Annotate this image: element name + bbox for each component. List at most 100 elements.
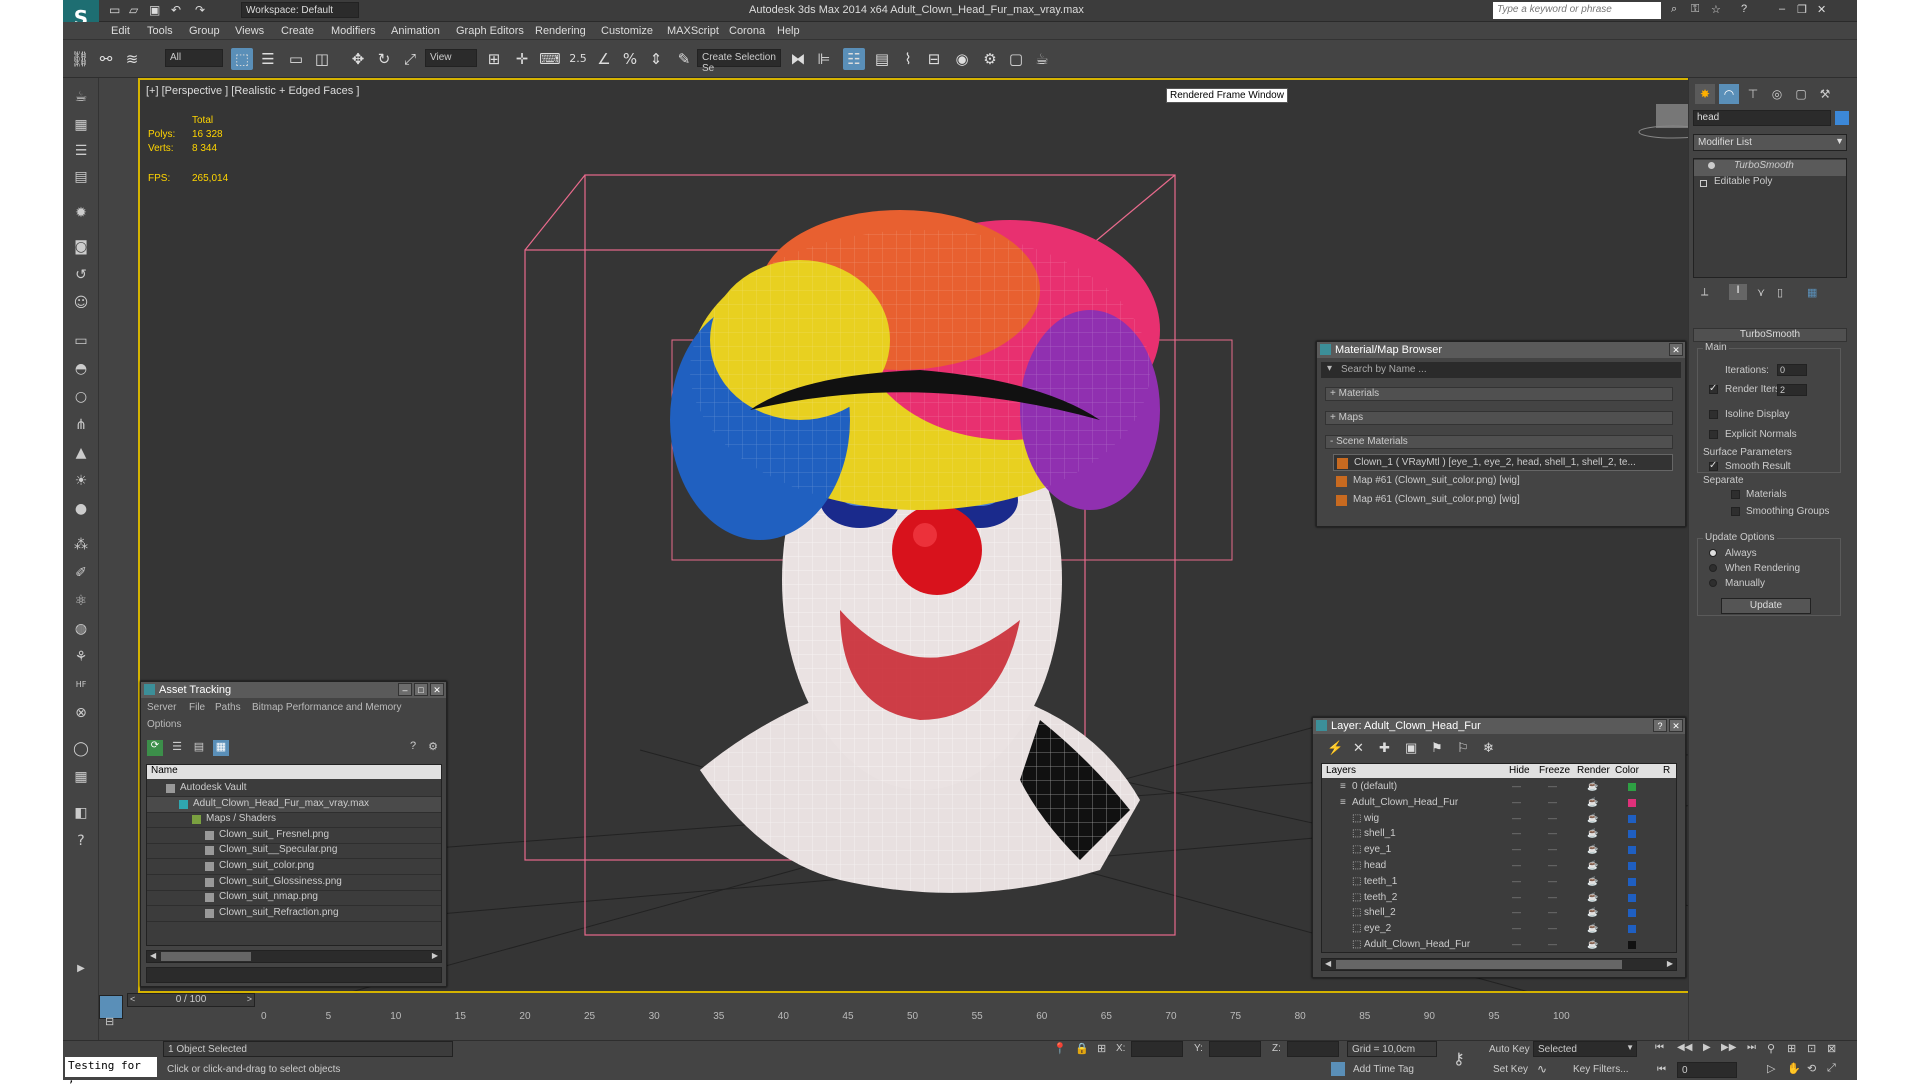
- minimize-icon[interactable]: –: [1779, 3, 1785, 15]
- sphere-icon[interactable]: ○: [70, 386, 92, 408]
- render-teapot-icon[interactable]: ☕: [1587, 860, 1598, 871]
- layer-row[interactable]: ⬚ teeth_1 — — ☕: [1322, 875, 1676, 891]
- list-icon[interactable]: ☰: [70, 140, 92, 162]
- asset-tree-row[interactable]: Clown_suit_Refraction.png: [147, 906, 441, 922]
- show-end-result-icon[interactable]: I: [1729, 284, 1747, 300]
- track-bar[interactable]: 0 5 10 15 20 25 30 35 40 45 50 55 60 65 70 75 80 85 90 95 10…: [99, 1009, 1688, 1029]
- render-teapot-icon[interactable]: ☕: [1587, 923, 1598, 934]
- calendar-icon[interactable]: ▤: [70, 166, 92, 188]
- key-icon[interactable]: ⚿: [1691, 3, 1699, 16]
- table-view-icon[interactable]: ▤: [191, 740, 207, 756]
- display-tab-icon[interactable]: ▢: [1791, 84, 1811, 104]
- color-column-header[interactable]: Color: [1615, 765, 1639, 776]
- paint-icon[interactable]: ✐: [70, 562, 92, 584]
- menu-help[interactable]: Help: [777, 25, 800, 37]
- globe-icon[interactable]: ◍: [70, 618, 92, 640]
- bind-space-warp-icon[interactable]: ≋: [121, 48, 143, 70]
- teapot-icon[interactable]: ☕: [70, 86, 92, 108]
- select-in-layer-icon[interactable]: ▣: [1405, 740, 1417, 756]
- menu-file[interactable]: File: [189, 702, 205, 713]
- menu-maxscript[interactable]: MAXScript: [667, 25, 719, 37]
- menu-animation[interactable]: Animation: [391, 25, 440, 37]
- hide-toggle[interactable]: —: [1512, 828, 1521, 838]
- materials-checkbox[interactable]: [1731, 490, 1740, 499]
- scale-icon[interactable]: ⤢: [399, 48, 421, 70]
- binoculars-icon[interactable]: ⌕: [1671, 3, 1677, 16]
- expand-arrow-icon[interactable]: ▶: [70, 958, 92, 980]
- new-file-icon[interactable]: ▭: [109, 3, 120, 17]
- stack-item-turbosmooth[interactable]: TurboSmooth: [1694, 160, 1846, 176]
- rect-selection-icon[interactable]: ▭: [285, 48, 307, 70]
- play-icon[interactable]: ▶: [1703, 1042, 1711, 1053]
- asset-tracking-titlebar[interactable]: Asset Tracking – □ ✕: [141, 682, 446, 698]
- sun-icon[interactable]: ☀: [70, 470, 92, 492]
- layers-column-header[interactable]: Layers: [1326, 765, 1356, 776]
- help-circle-icon[interactable]: ?: [70, 830, 92, 852]
- layer-row[interactable]: ⬚ eye_1 — — ☕: [1322, 843, 1676, 859]
- explicit-normals-checkbox[interactable]: [1709, 430, 1718, 439]
- asset-tree-row[interactable]: Maps / Shaders: [147, 812, 441, 829]
- zoom-extents-icon[interactable]: ⊡: [1807, 1042, 1816, 1055]
- iterations-spinner[interactable]: 0: [1777, 364, 1807, 376]
- freeze-toggle[interactable]: —: [1548, 907, 1557, 917]
- go-to-end-icon[interactable]: ⏭: [1747, 1042, 1756, 1053]
- layer-row[interactable]: ⬚ Adult_Clown_Head_Fur — — ☕: [1322, 938, 1676, 954]
- render-setup-icon[interactable]: ⚙: [979, 48, 1001, 70]
- keyboard-shortcut-icon[interactable]: ⌨: [539, 48, 561, 70]
- favorite-star-icon[interactable]: ☆: [1711, 3, 1721, 16]
- render-teapot-icon[interactable]: ☕: [1587, 813, 1598, 824]
- menu-modifiers[interactable]: Modifiers: [331, 25, 376, 37]
- snap-toggle-icon[interactable]: 2.5: [567, 48, 589, 70]
- scroll-thumb[interactable]: [1336, 960, 1622, 969]
- key-mode-toggle-icon[interactable]: ⏮: [1657, 1064, 1666, 1075]
- layer-color-swatch[interactable]: [1628, 798, 1636, 807]
- material-item[interactable]: Map #61 (Clown_suit_color.png) [wig]: [1333, 492, 1673, 509]
- set-key-button[interactable]: Set Key: [1493, 1064, 1528, 1075]
- named-selection-dropdown[interactable]: Create Selection Se: [697, 49, 781, 74]
- freeze-all-icon[interactable]: ❄: [1483, 740, 1494, 756]
- align-icon[interactable]: ⊫: [813, 48, 835, 70]
- menu-tools[interactable]: Tools: [147, 25, 173, 37]
- pin-stack-icon[interactable]: ⟂: [1701, 286, 1708, 299]
- layer-row[interactable]: ⬚ wig — — ☕: [1322, 812, 1676, 828]
- menu-views[interactable]: Views: [235, 25, 264, 37]
- help-icon[interactable]: ?: [405, 740, 421, 756]
- layer-scrollbar[interactable]: ◀ ▶: [1321, 958, 1677, 971]
- layer-row[interactable]: ≡ 0 (default) — — ☕: [1322, 780, 1676, 796]
- utilities-tab-icon[interactable]: ⚒: [1815, 84, 1835, 104]
- render-teapot-icon[interactable]: ☕: [1587, 876, 1598, 887]
- make-unique-icon[interactable]: ⋎: [1757, 286, 1765, 299]
- freeze-toggle[interactable]: —: [1548, 923, 1557, 933]
- asset-tracking-close-icon[interactable]: ✕: [430, 683, 444, 696]
- scroll-right-icon[interactable]: ▶: [1667, 959, 1673, 968]
- freeze-toggle[interactable]: —: [1548, 860, 1557, 870]
- motion-tab-icon[interactable]: ◎: [1767, 84, 1787, 104]
- layer-color-swatch[interactable]: [1628, 877, 1636, 886]
- layer-manager-icon[interactable]: ☷: [843, 48, 865, 70]
- curve-key-icon[interactable]: ∿: [1537, 1062, 1547, 1076]
- isoline-display-checkbox[interactable]: [1709, 410, 1718, 419]
- hide-toggle[interactable]: —: [1512, 907, 1521, 917]
- always-radio[interactable]: [1709, 549, 1717, 557]
- menu-customize[interactable]: Customize: [601, 25, 653, 37]
- maximize-viewport-icon[interactable]: ⤢: [1827, 1062, 1836, 1075]
- orbit-icon[interactable]: ⟲: [1807, 1062, 1816, 1075]
- render-teapot-icon[interactable]: ☕: [1587, 939, 1598, 950]
- blob-icon[interactable]: ⊗: [70, 702, 92, 724]
- hide-toggle[interactable]: —: [1512, 876, 1521, 886]
- light-icon[interactable]: ✹: [70, 202, 92, 224]
- gizmo-icon[interactable]: ⚛: [70, 590, 92, 612]
- freeze-toggle[interactable]: —: [1548, 797, 1557, 807]
- workspace-dropdown[interactable]: Workspace: Default: [241, 2, 359, 18]
- prev-key-icon[interactable]: ◀◀: [1677, 1042, 1692, 1053]
- minimize-icon[interactable]: –: [398, 683, 412, 696]
- render-teapot-icon[interactable]: ☕: [1587, 797, 1598, 808]
- material-browser-titlebar[interactable]: Material/Map Browser ✕: [1317, 342, 1685, 358]
- render-teapot-icon[interactable]: ☕: [1587, 828, 1598, 839]
- next-frame-icon[interactable]: >: [247, 994, 252, 1004]
- hide-toggle[interactable]: —: [1512, 813, 1521, 823]
- name-column-header[interactable]: Name: [147, 765, 441, 779]
- key-mode-icon[interactable]: ⚷: [1453, 1049, 1465, 1069]
- asset-tree-row[interactable]: Clown_suit_Glossiness.png: [147, 875, 441, 891]
- highlight-layer-icon[interactable]: ⚑: [1431, 740, 1443, 756]
